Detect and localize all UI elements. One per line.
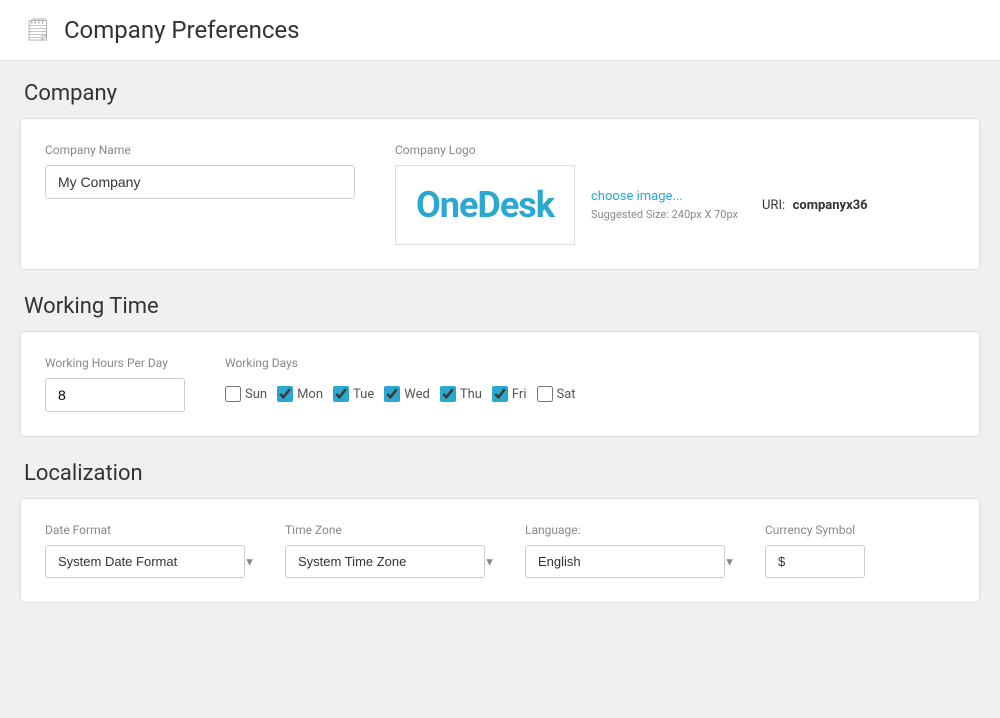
uri-section: URI: companyx36 — [762, 197, 868, 213]
day-label-sat: Sat — [557, 387, 576, 402]
currency-symbol-label: Currency Symbol — [765, 523, 945, 537]
language-chevron-icon: ▼ — [724, 555, 735, 568]
working-time-section-title: Working Time — [20, 294, 980, 319]
company-form-group: Company Name Company Logo OneDesk choose… — [45, 143, 955, 245]
day-checkbox-mon[interactable] — [277, 386, 293, 402]
day-label-wed: Wed — [404, 387, 430, 402]
working-days-label: Working Days — [225, 356, 576, 370]
day-checkbox-sun[interactable] — [225, 386, 241, 402]
time-zone-chevron-icon: ▼ — [484, 555, 495, 568]
page-header-icon: 🗒 — [24, 18, 52, 43]
page-title: Company Preferences — [64, 16, 300, 44]
localization-card: Date Format System Date FormatMM/DD/YYYY… — [20, 498, 980, 603]
company-logo-field: Company Logo OneDesk choose image... Sug… — [395, 143, 868, 245]
day-checkbox-tue[interactable] — [333, 386, 349, 402]
day-label-tue: Tue — [353, 387, 374, 402]
choose-image-link[interactable]: choose image... — [591, 189, 738, 204]
language-label: Language: — [525, 523, 745, 537]
logo-actions: choose image... Suggested Size: 240px X … — [591, 189, 738, 221]
language-select[interactable]: EnglishFrenchSpanishGerman — [525, 545, 725, 578]
day-item-sun: Sun — [225, 386, 267, 402]
localization-row: Date Format System Date FormatMM/DD/YYYY… — [45, 523, 955, 578]
page-header: 🗒 Company Preferences — [0, 0, 1000, 61]
company-logo-label: Company Logo — [395, 143, 868, 157]
date-format-label: Date Format — [45, 523, 265, 537]
currency-symbol-input[interactable] — [765, 545, 865, 578]
company-section-title: Company — [20, 81, 980, 106]
working-time-card: Working Hours Per Day ▲ ▼ Working Days S… — [20, 331, 980, 437]
localization-section-title: Localization — [20, 461, 980, 486]
time-zone-select-wrapper: System Time ZoneUTCESTPSTCST ▼ — [285, 545, 505, 578]
suggested-size-text: Suggested Size: 240px X 70px — [591, 208, 738, 221]
day-label-mon: Mon — [297, 387, 323, 402]
day-checkbox-wed[interactable] — [384, 386, 400, 402]
uri-label: URI: — [762, 198, 785, 213]
date-format-field: Date Format System Date FormatMM/DD/YYYY… — [45, 523, 265, 578]
working-time-row: Working Hours Per Day ▲ ▼ Working Days S… — [45, 356, 955, 412]
company-name-label: Company Name — [45, 143, 355, 157]
day-label-fri: Fri — [512, 387, 527, 402]
date-format-select-wrapper: System Date FormatMM/DD/YYYYDD/MM/YYYYYY… — [45, 545, 265, 578]
day-label-thu: Thu — [460, 387, 482, 402]
days-row: Sun Mon Tue Wed Thu Fri Sat — [225, 386, 576, 402]
time-zone-field: Time Zone System Time ZoneUTCESTPSTCST ▼ — [285, 523, 505, 578]
currency-symbol-field: Currency Symbol — [765, 523, 945, 578]
language-field: Language: EnglishFrenchSpanishGerman ▼ — [525, 523, 745, 578]
page-content: Company Company Name Company Logo OneDes… — [0, 61, 1000, 647]
uri-value: companyx36 — [793, 198, 868, 213]
day-item-fri: Fri — [492, 386, 527, 402]
hours-input[interactable] — [46, 379, 185, 411]
day-item-thu: Thu — [440, 386, 482, 402]
date-format-chevron-icon: ▼ — [244, 555, 255, 568]
hours-spinner: ▲ ▼ — [45, 378, 185, 412]
time-zone-label: Time Zone — [285, 523, 505, 537]
hours-per-day-label: Working Hours Per Day — [45, 356, 185, 370]
working-days-field: Working Days Sun Mon Tue Wed Thu Fri Sat — [225, 356, 576, 402]
language-select-wrapper: EnglishFrenchSpanishGerman ▼ — [525, 545, 745, 578]
day-item-sat: Sat — [537, 386, 576, 402]
day-label-sun: Sun — [245, 387, 267, 402]
company-card: Company Name Company Logo OneDesk choose… — [20, 118, 980, 270]
time-zone-select[interactable]: System Time ZoneUTCESTPSTCST — [285, 545, 485, 578]
day-checkbox-sat[interactable] — [537, 386, 553, 402]
day-item-tue: Tue — [333, 386, 374, 402]
hours-per-day-field: Working Hours Per Day ▲ ▼ — [45, 356, 185, 412]
day-item-mon: Mon — [277, 386, 323, 402]
day-checkbox-fri[interactable] — [492, 386, 508, 402]
date-format-select[interactable]: System Date FormatMM/DD/YYYYDD/MM/YYYYYY… — [45, 545, 245, 578]
company-name-input[interactable] — [45, 165, 355, 199]
company-logo-section: OneDesk choose image... Suggested Size: … — [395, 165, 868, 245]
company-name-field: Company Name — [45, 143, 355, 199]
day-checkbox-thu[interactable] — [440, 386, 456, 402]
logo-text: OneDesk — [416, 184, 554, 226]
day-item-wed: Wed — [384, 386, 430, 402]
logo-preview: OneDesk — [395, 165, 575, 245]
